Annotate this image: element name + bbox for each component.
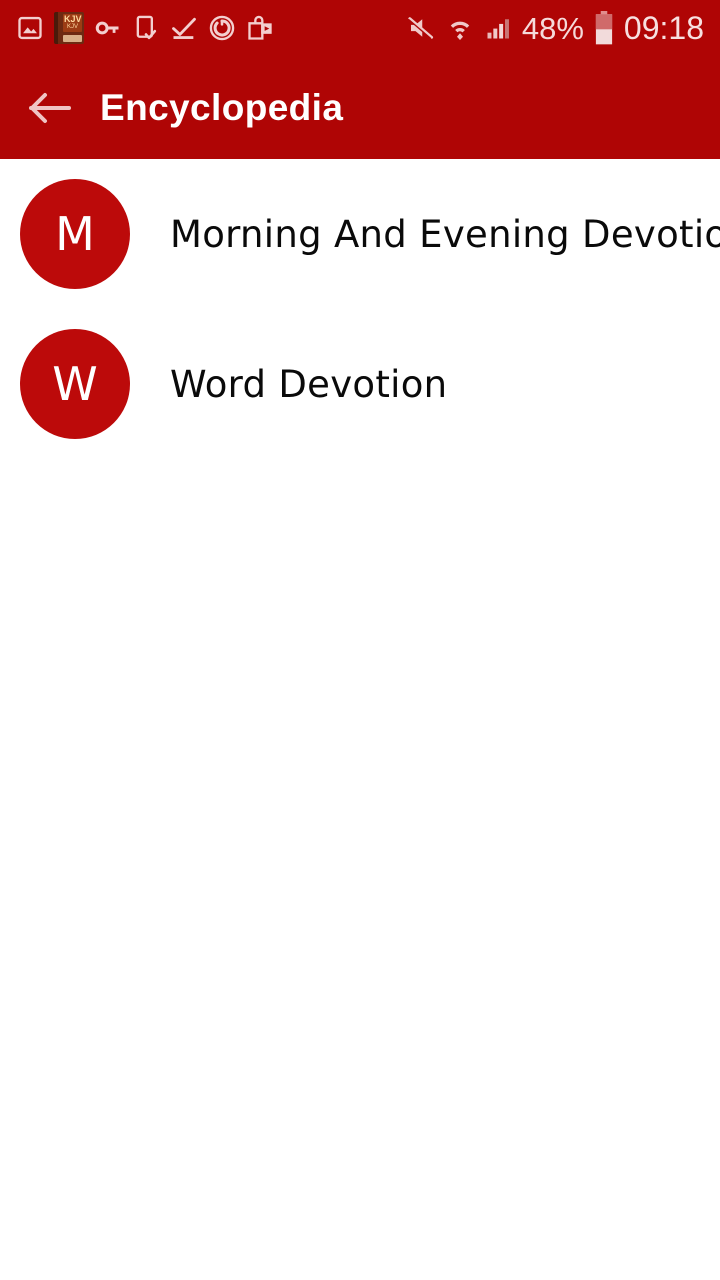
- arrow-left-icon: [29, 92, 71, 123]
- app-bar: Encyclopedia: [0, 56, 720, 159]
- list-item[interactable]: M Morning And Evening Devotion: [0, 159, 720, 309]
- play-store-bag-icon: [248, 15, 272, 40]
- cellular-signal-icon: [487, 19, 509, 39]
- encyclopedia-list: M Morning And Evening Devotion W Word De…: [0, 159, 720, 1280]
- wifi-icon: [450, 21, 470, 40]
- power-sync-icon: [209, 15, 235, 41]
- page-title: Encyclopedia: [100, 86, 344, 128]
- battery-percent-label: 48%: [521, 10, 584, 46]
- list-item-label: Word Devotion: [170, 362, 448, 406]
- avatar-initial: W: [52, 357, 98, 411]
- status-bar: KJV KJV 48% 09:18: [0, 0, 720, 56]
- back-button[interactable]: [0, 56, 100, 159]
- bible-icon-label: KJV: [64, 14, 82, 24]
- status-bar-right: 48% 09:18: [406, 11, 704, 45]
- list-item[interactable]: W Word Devotion: [0, 309, 720, 459]
- image-icon: [18, 16, 42, 40]
- status-bar-left-icons: KJV KJV: [16, 12, 274, 44]
- avatar: M: [20, 179, 130, 289]
- clock-label: 09:18: [623, 10, 704, 46]
- avatar-initial: M: [55, 207, 95, 261]
- download-complete-icon: [172, 17, 196, 39]
- phone-check-icon: [136, 15, 157, 40]
- list-item-label: Morning And Evening Devotion: [170, 212, 720, 256]
- battery-icon: [595, 11, 613, 45]
- mute-icon: [407, 17, 433, 40]
- avatar: W: [20, 329, 130, 439]
- bible-book-icon: KJV KJV: [54, 12, 84, 44]
- key-icon: [95, 21, 119, 35]
- bible-icon-sublabel: KJV: [67, 24, 79, 30]
- app-screen: KJV KJV 48% 09:18 Encyclopedia M Morning…: [0, 0, 720, 1280]
